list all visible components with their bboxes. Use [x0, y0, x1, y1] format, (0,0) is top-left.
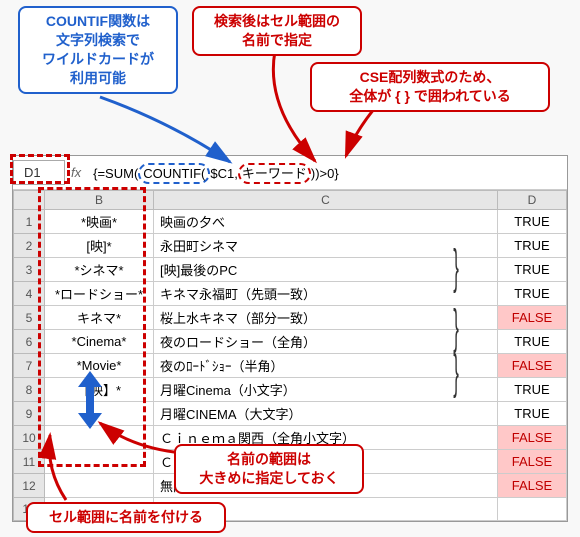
row-header[interactable]: 7 [14, 354, 45, 378]
cell[interactable]: [映]最後のPC [154, 258, 498, 282]
col-header-b[interactable]: B [45, 191, 154, 210]
cell[interactable]: キネマ永福町（先頭一致） [154, 282, 498, 306]
cell[interactable]: *ロードショー* [45, 282, 154, 306]
cell[interactable]: 永田町シネマ [154, 234, 498, 258]
table-row: 6*Cinema*夜のロードショー（全角）TRUE [14, 330, 567, 354]
cell[interactable]: TRUE [498, 258, 567, 282]
row-header[interactable]: 6 [14, 330, 45, 354]
cell[interactable]: *Cinema* [45, 330, 154, 354]
corner-cell[interactable] [14, 191, 45, 210]
cell[interactable]: キネマ* [45, 306, 154, 330]
cell[interactable]: TRUE [498, 234, 567, 258]
cell[interactable]: *映画* [45, 210, 154, 234]
cell[interactable]: FALSE [498, 474, 567, 498]
cell[interactable] [498, 498, 567, 521]
column-header-row: B C D [14, 191, 567, 210]
fx-label: fx [65, 165, 87, 180]
cell[interactable]: FALSE [498, 426, 567, 450]
name-box[interactable]: D1 [13, 160, 65, 185]
row-header[interactable]: 5 [14, 306, 45, 330]
cell[interactable]: *シネマ* [45, 258, 154, 282]
cell[interactable]: [映]* [45, 234, 154, 258]
cell[interactable]: TRUE [498, 210, 567, 234]
formula-part5: ))>0 [311, 166, 334, 181]
table-row: 4*ロードショー*キネマ永福町（先頭一致）TRUE [14, 282, 567, 306]
table-row: 2[映]*永田町シネマTRUE [14, 234, 567, 258]
cell[interactable]: 月曜CINEMA（大文字） [154, 402, 498, 426]
cell[interactable]: 月曜Cinema（小文字） [154, 378, 498, 402]
row-header[interactable]: 8 [14, 378, 45, 402]
brace-icon-3: } [453, 345, 459, 400]
cell[interactable]: FALSE [498, 354, 567, 378]
col-header-c[interactable]: C [154, 191, 498, 210]
table-row: 1*映画*映画の夕べTRUE [14, 210, 567, 234]
callout-range-large: 名前の範囲は大きめに指定しておく [174, 444, 364, 494]
row-header[interactable]: 3 [14, 258, 45, 282]
row-header[interactable]: 2 [14, 234, 45, 258]
table-row: 3*シネマ*[映]最後のPCTRUE [14, 258, 567, 282]
cell[interactable]: FALSE [498, 450, 567, 474]
formula-keyword-circled: キーワード [238, 163, 311, 184]
row-header[interactable]: 4 [14, 282, 45, 306]
cell[interactable]: TRUE [498, 378, 567, 402]
callout-cse-braces: CSE配列数式のため、全体が { } で囲われている [310, 62, 550, 112]
arrow-red-braces [334, 104, 394, 164]
cell[interactable]: TRUE [498, 282, 567, 306]
row-header[interactable]: 9 [14, 402, 45, 426]
callout-name-cell-range: セル範囲に名前を付ける [26, 502, 226, 533]
col-header-d[interactable]: D [498, 191, 567, 210]
formula-close-brace: } [334, 166, 338, 181]
cell[interactable]: FALSE [498, 306, 567, 330]
cell[interactable]: 映画の夕べ [154, 210, 498, 234]
arrow-red-name-range [36, 430, 76, 504]
cell[interactable]: TRUE [498, 330, 567, 354]
callout-named-range-after-search: 検索後はセル範囲の名前で指定 [192, 6, 362, 56]
brace-icon-1: } [453, 240, 459, 295]
cell[interactable]: TRUE [498, 402, 567, 426]
table-row: 5キネマ*桜上水キネマ（部分一致）FALSE [14, 306, 567, 330]
cell[interactable]: 夜のロードショー（全角） [154, 330, 498, 354]
cell[interactable]: 夜のﾛｰﾄﾞｼｮｰ（半角） [154, 354, 498, 378]
row-header[interactable]: 1 [14, 210, 45, 234]
cell[interactable]: 桜上水キネマ（部分一致） [154, 306, 498, 330]
arrow-blue-to-formula [90, 92, 240, 172]
callout-countif-wildcard: COUNTIF関数は文字列検索でワイルドカードが利用可能 [18, 6, 178, 94]
